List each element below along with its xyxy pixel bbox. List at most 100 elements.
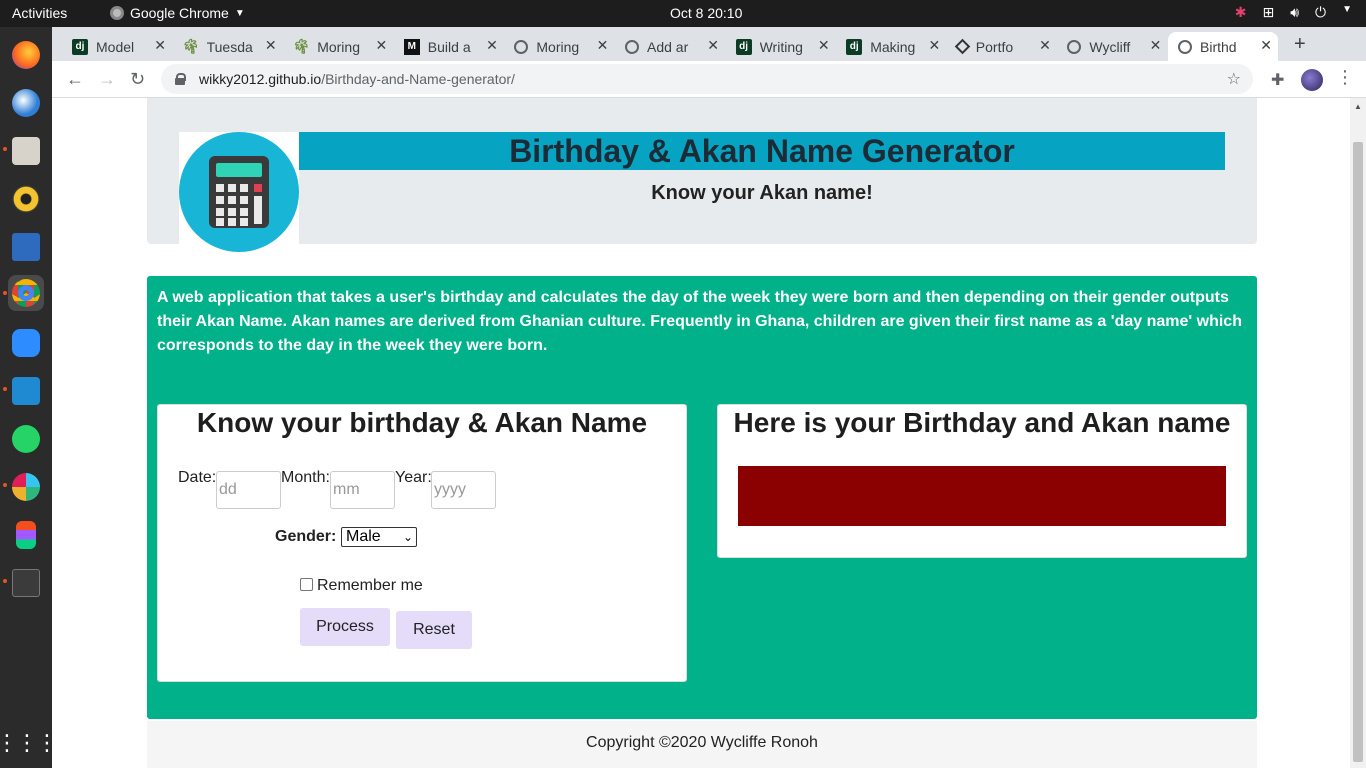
month-input[interactable]: mm <box>330 471 395 509</box>
back-arrow-icon[interactable]: ← <box>66 69 84 90</box>
grid-icon: ⋮⋮⋮ <box>0 730 58 755</box>
network-icon[interactable]: ⊞ <box>1262 4 1274 21</box>
chrome-icon <box>110 6 124 20</box>
running-indicator <box>3 483 7 487</box>
thunderbird-launcher[interactable] <box>8 85 44 121</box>
figma-launcher[interactable] <box>8 517 44 553</box>
terminal-launcher[interactable] <box>8 565 44 601</box>
calculator-logo <box>179 132 299 252</box>
close-tab-icon[interactable]: ✕ <box>707 37 719 54</box>
slack-launcher[interactable] <box>8 469 44 505</box>
new-tab-button[interactable]: + <box>1294 33 1306 56</box>
close-tab-icon[interactable]: ✕ <box>928 37 940 54</box>
close-tab-icon[interactable]: ✕ <box>375 37 387 54</box>
browser-tab[interactable]: M Build a ✕ <box>394 32 504 61</box>
form-heading: Know your birthday & Akan Name <box>196 407 648 438</box>
result-output <box>738 466 1226 526</box>
files-launcher[interactable] <box>8 133 44 169</box>
close-tab-icon[interactable]: ✕ <box>1260 37 1272 54</box>
vscode-launcher[interactable] <box>8 373 44 409</box>
browser-tab[interactable]: Portfo ✕ <box>947 32 1057 61</box>
close-tab-icon[interactable]: ✕ <box>1150 37 1162 54</box>
browser-tab[interactable]: Add ar ✕ <box>615 32 725 61</box>
date-input[interactable]: dd <box>216 471 281 509</box>
document-icon <box>12 233 40 261</box>
slack-tray-icon[interactable]: ✱ <box>1235 4 1247 21</box>
remember-label: Remember me <box>317 577 423 594</box>
browser-tab[interactable]: dj Writing ✕ <box>726 32 836 61</box>
close-tab-icon[interactable]: ✕ <box>265 37 277 54</box>
chrome-launcher[interactable] <box>8 275 44 311</box>
globe-icon <box>625 39 639 54</box>
chevron-down-icon: ⌄ <box>402 530 413 544</box>
browser-tab[interactable]: Birthd ✕ <box>1168 32 1278 61</box>
year-input[interactable]: yyyy <box>431 471 496 509</box>
reset-button[interactable]: Reset <box>396 611 472 649</box>
zoom-launcher[interactable] <box>8 325 44 361</box>
scrollbar-thumb[interactable] <box>1353 142 1363 762</box>
running-indicator <box>3 291 7 295</box>
tab-title: Writing <box>759 38 803 55</box>
show-applications-button[interactable]: ⋮⋮⋮ <box>0 725 58 761</box>
process-button[interactable]: Process <box>300 608 390 646</box>
activities-button[interactable]: Activities <box>12 5 67 21</box>
whatsapp-launcher[interactable] <box>8 421 44 457</box>
django-icon: dj <box>846 38 863 55</box>
power-icon[interactable]: ⏻ <box>1315 4 1326 21</box>
rhythmbox-launcher[interactable] <box>8 181 44 217</box>
browser-tab[interactable]: dj Model ✕ <box>62 32 172 61</box>
result-heading: Here is your Birthday and Akan name <box>733 407 1231 438</box>
close-tab-icon[interactable]: ✕ <box>154 37 166 54</box>
zoom-icon <box>12 329 40 357</box>
menu-kebab-icon[interactable]: ⋮ <box>1336 67 1354 88</box>
firefox-launcher[interactable] <box>8 37 44 73</box>
close-tab-icon[interactable]: ✕ <box>818 37 830 54</box>
bookmark-star-icon[interactable]: ☆ <box>1227 69 1241 89</box>
scroll-up-arrow-icon[interactable]: ▲ <box>1354 102 1362 111</box>
app-description: A web application that takes a user's bi… <box>157 289 1242 354</box>
browser-tab[interactable]: Moring ✕ <box>504 32 614 61</box>
header-section <box>147 98 1257 244</box>
year-label: Year: <box>395 469 432 486</box>
gender-select[interactable]: Male ⌄ <box>341 527 417 547</box>
page-title: Birthday & Akan Name Generator <box>299 132 1225 170</box>
address-bar[interactable]: wikky2012.github.io/Birthday-and-Name-ge… <box>161 64 1253 94</box>
globe-icon <box>1067 39 1082 54</box>
app-menu[interactable]: Google Chrome ▼ <box>110 5 245 21</box>
figma-icon <box>16 521 36 549</box>
clock[interactable]: Oct 8 20:10 <box>670 5 742 21</box>
browser-tab[interactable]: 🌴︎ Tuesda ✕ <box>173 32 283 61</box>
writer-launcher[interactable] <box>8 229 44 265</box>
close-tab-icon[interactable]: ✕ <box>597 37 609 54</box>
remember-checkbox[interactable] <box>300 578 313 591</box>
page-scrollbar[interactable]: ▲ <box>1350 98 1366 768</box>
month-label: Month: <box>281 469 330 486</box>
chevron-down-icon[interactable]: ▼ <box>1342 4 1352 21</box>
system-tray[interactable]: ✱ ⊞ 🔊︎ ⏻ ▼ <box>1235 4 1352 21</box>
forward-arrow-icon[interactable]: → <box>98 69 116 90</box>
running-indicator <box>3 579 7 583</box>
extensions-icon[interactable]: ✚ <box>1271 70 1284 90</box>
thunderbird-icon <box>12 89 40 117</box>
browser-tab[interactable]: Wycliff ✕ <box>1057 32 1167 61</box>
globe-icon <box>514 39 529 54</box>
reload-icon[interactable]: ↻ <box>130 69 145 90</box>
running-indicator <box>3 147 7 151</box>
volume-icon[interactable]: 🔊︎ <box>1290 4 1299 21</box>
leaf-icon: 🌴︎ <box>292 38 311 54</box>
tab-title: Build a <box>427 38 471 55</box>
tab-title: Portfo <box>975 38 1014 55</box>
terminal-icon <box>12 569 40 597</box>
leaf-icon: 🌴︎ <box>181 38 200 54</box>
close-tab-icon[interactable]: ✕ <box>486 37 498 54</box>
dock: ⋮⋮⋮ <box>0 27 58 768</box>
globe-icon <box>1178 39 1192 54</box>
browser-tab[interactable]: 🌴︎ Moring ✕ <box>283 32 393 61</box>
browser-tab[interactable]: dj Making ✕ <box>836 32 946 61</box>
profile-avatar[interactable] <box>1301 69 1323 91</box>
page-subtitle: Know your Akan name! <box>651 182 873 204</box>
url-path: /Birthday-and-Name-generator/ <box>321 71 515 87</box>
slack-icon <box>12 473 40 501</box>
tab-title: Model <box>96 38 135 55</box>
close-tab-icon[interactable]: ✕ <box>1039 37 1051 54</box>
